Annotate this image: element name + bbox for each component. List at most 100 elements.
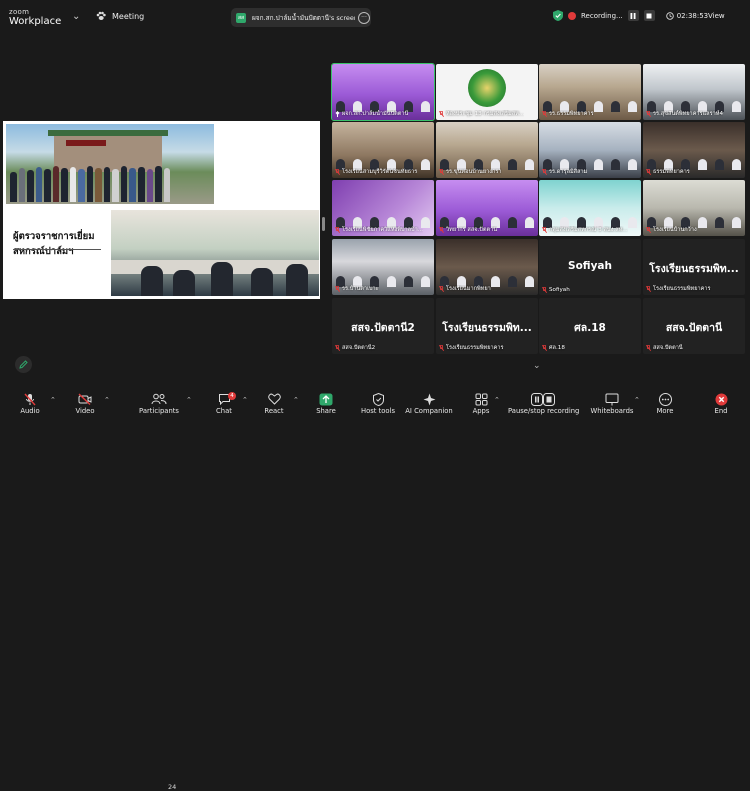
participant-name: Sofiyah xyxy=(549,287,570,293)
chat-options-caret[interactable]: ⌃ xyxy=(242,396,248,404)
whiteboards-options-caret[interactable]: ⌃ xyxy=(634,396,640,404)
host-tools-button[interactable]: Host tools xyxy=(359,392,397,415)
group-photo xyxy=(6,124,214,204)
mic-muted-icon xyxy=(439,227,444,233)
mic-muted-icon xyxy=(646,345,651,351)
participant-tile[interactable]: ผจก.สก.ปาล์มน้ำมันปัตตานี xyxy=(331,63,435,121)
chevron-down-icon[interactable]: ⌄ xyxy=(72,11,80,22)
participant-name-tag: วิทยากร สสจ.ปัตตานี xyxy=(439,226,497,234)
participant-tile[interactable]: โรงเรียนธรรมพิท... โรงเรียนธรรมพิทยาคาร xyxy=(436,298,538,354)
slide-title-line1: ผู้ตรวจราชการเยี่ยม xyxy=(13,231,95,242)
participant-name: ห้องประชุม 13 กรมส่งเสริมสห... xyxy=(446,111,525,117)
participant-tile[interactable]: วิทยากร สสจ.ปัตตานี xyxy=(436,180,538,236)
participant-name-tag: ผจก.สก.ปาล์มน้ำมันปัตตานี xyxy=(335,110,408,118)
shield-icon xyxy=(372,392,384,406)
audio-button[interactable]: Audio xyxy=(17,392,43,415)
title-underline xyxy=(13,249,101,250)
participant-tile[interactable]: ห้องประชุม 13 กรมส่งเสริมสห... xyxy=(436,64,538,120)
chevron-down-icon[interactable]: ⌄ xyxy=(533,361,541,371)
mic-muted-icon xyxy=(439,345,444,351)
mic-muted-icon xyxy=(646,169,651,175)
meeting-timer: 02:38:53 xyxy=(665,11,709,20)
video-button[interactable]: Video xyxy=(72,392,98,415)
participant-name: โรงเรียนบ้านกว้าง xyxy=(653,227,697,233)
timer-text: 02:38:53 xyxy=(676,11,709,20)
share-title: ผจก.สก.ปาล์มน้ำมันปัตตานี's screen xyxy=(252,13,355,22)
mic-muted-icon xyxy=(646,286,651,292)
participant-name-tag: รร.บ้านตาเบาะ xyxy=(335,285,379,293)
audio-options-caret[interactable]: ⌃ xyxy=(50,396,56,404)
view-button[interactable]: View xyxy=(708,12,725,20)
participant-tile[interactable]: รร.ขุนทอนบ้านยางกรา xyxy=(436,122,538,178)
chat-unread-badge: 4 xyxy=(228,392,236,400)
participant-tile[interactable]: โรงเรียนบ้านกว้าง xyxy=(643,180,745,236)
ai-companion-button[interactable]: AI Companion xyxy=(405,392,453,415)
mic-muted-icon xyxy=(542,169,547,175)
apps-options-caret[interactable]: ⌃ xyxy=(494,396,500,404)
pause-stop-icon xyxy=(531,392,555,406)
mic-muted-icon xyxy=(542,227,547,233)
participant-display-name: สสจ.ปัตตานี xyxy=(665,322,723,334)
video-gallery: ผจก.สก.ปาล์มน้ำมันปัตตานี ห้องประชุม 13 ก… xyxy=(331,63,746,356)
meeting-info-button[interactable]: Meeting xyxy=(96,11,144,21)
pause-stop-recording-button[interactable]: Pause/stop recording xyxy=(508,392,579,415)
participant-tile[interactable]: รร.ดารุลมิสิสาม xyxy=(539,122,641,178)
screen-share-indicator[interactable]: สส ผจก.สก.ปาล์มน้ำมันปัตตานี's screen ··… xyxy=(231,8,371,27)
mic-muted-icon xyxy=(542,345,547,351)
react-label: React xyxy=(264,407,284,415)
share-label: Share xyxy=(316,407,336,415)
mic-muted-icon xyxy=(335,345,340,351)
host-tools-label: Host tools xyxy=(360,407,396,415)
end-button[interactable]: End xyxy=(711,392,731,415)
share-button[interactable]: Share xyxy=(313,392,339,415)
more-options-icon[interactable]: ··· xyxy=(358,11,370,24)
participant-name-tag: โรงเรียนสามบุรีวิรัตน์ชนทัยธาร xyxy=(335,168,417,176)
participant-name: ผจก.สก.ปาล์มน้ำมันปัตตานี xyxy=(342,111,409,117)
pause-recording-button[interactable] xyxy=(627,10,639,21)
logo-image xyxy=(468,69,506,107)
apps-button[interactable]: Apps xyxy=(470,392,492,415)
meeting-photo xyxy=(111,210,319,296)
participant-tile[interactable]: โรงเรียนมากพิทยา xyxy=(436,239,538,295)
participant-display-name: Sofiyah xyxy=(568,260,612,272)
whiteboards-button[interactable]: Whiteboards xyxy=(590,392,634,415)
participants-button[interactable]: Participants xyxy=(138,392,180,415)
participant-tile[interactable]: รร.บ้านตาเบาะ xyxy=(332,239,434,295)
participant-tile[interactable]: โรงเรียนพิชัยภาควิแห่งพิบาลบ้า... xyxy=(332,180,434,236)
participant-tile[interactable]: โรงเรียนสามบุรีวิรัตน์ชนทัยธาร xyxy=(332,122,434,178)
participant-tile[interactable]: ศล.18 ศล.18 xyxy=(539,298,641,354)
participant-tile[interactable]: รร.สุขสันต์พิทยาคารแลราห์4 xyxy=(643,64,745,120)
react-button[interactable]: React xyxy=(262,392,286,415)
participant-name: โรงเรียนมากพิทยา xyxy=(446,286,491,292)
pencil-icon xyxy=(19,360,28,369)
participant-tile[interactable]: สสจ.ปัตตานี2 สสจ.ปัตตานี2 xyxy=(332,298,434,354)
video-options-caret[interactable]: ⌃ xyxy=(104,396,110,404)
brand-bottom: Workplace xyxy=(9,16,62,27)
participant-tile[interactable]: Sofiyah Sofiyah xyxy=(539,239,641,295)
participant-tile[interactable]: รร.ธรรมพิทยาคาร xyxy=(539,64,641,120)
participant-tile[interactable]: สสจ.ปัตตานี สสจ.ปัตตานี xyxy=(643,298,745,354)
participant-name-tag: กลุ่มส่งเสริมสหกรณ์ 3 สนง.สห... xyxy=(542,226,628,234)
more-button[interactable]: More xyxy=(654,392,676,415)
participant-name-tag: สสจ.ปัตตานี2 xyxy=(335,344,375,352)
mic-muted-icon xyxy=(335,286,340,292)
participant-name: รร.ขุนทอนบ้านยางกรา xyxy=(446,169,502,175)
participant-name: โรงเรียนธรรมพิทยาคาร xyxy=(653,286,711,292)
react-options-caret[interactable]: ⌃ xyxy=(293,396,299,404)
ai-companion-label: AI Companion xyxy=(405,407,453,415)
shield-check-icon[interactable] xyxy=(553,10,563,21)
participants-options-caret[interactable]: ⌃ xyxy=(186,396,192,404)
participant-tile[interactable]: กลุ่มส่งเสริมสหกรณ์ 3 สนง.สห... xyxy=(539,180,641,236)
whiteboard-icon xyxy=(605,393,619,405)
participant-name: ศล.18 xyxy=(549,345,565,351)
top-bar: zoom Workplace ⌄ Meeting สส ผจก.สก.ปาล์ม… xyxy=(0,0,750,34)
participant-name: วิทยากร สสจ.ปัตตานี xyxy=(446,227,498,233)
video-off-icon xyxy=(78,393,92,405)
split-resize-handle[interactable] xyxy=(322,217,325,231)
participant-tile[interactable]: โรงเรียนธรรมพิท... โรงเรียนธรรมพิทยาคาร xyxy=(643,239,745,295)
stop-recording-button[interactable] xyxy=(643,10,655,21)
annotate-button[interactable] xyxy=(15,356,32,373)
participant-name: ธรรมพิทยาคาร xyxy=(653,169,690,175)
participant-tile[interactable]: ธรรมพิทยาคาร xyxy=(643,122,745,178)
clock-icon xyxy=(665,11,674,20)
